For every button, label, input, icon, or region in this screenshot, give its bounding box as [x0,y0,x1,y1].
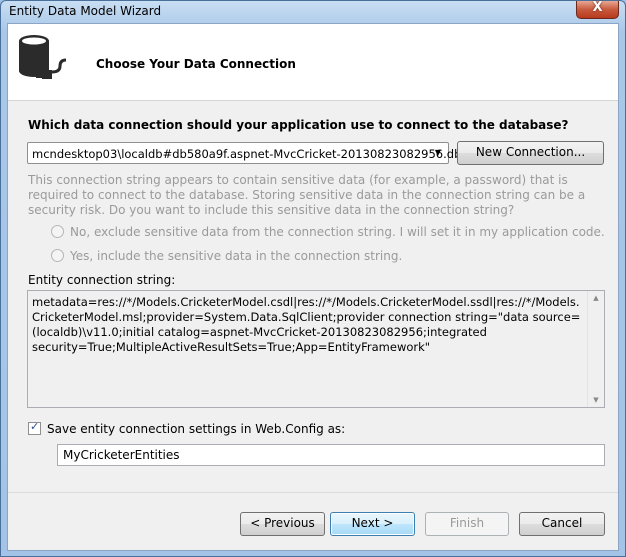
wizard-header: Choose Your Data Connection [8,24,618,101]
vertical-scrollbar[interactable]: ▲ ▼ [587,291,604,407]
cancel-button[interactable]: Cancel [519,512,605,536]
sensitive-data-info: This connection string appears to contai… [28,173,586,217]
save-settings-checkbox[interactable]: ✓ [28,420,41,435]
next-button[interactable]: Next > [330,512,415,536]
close-button[interactable]: X [576,0,619,19]
connection-select-value: mcndesktop03\localdb#db580a9f.aspnet-Mvc… [32,147,469,161]
radio-exclude-label: No, exclude sensitive data from the conn… [70,225,605,239]
footer-divider [8,492,618,493]
entity-name-input[interactable]: MyCricketerEntities [57,444,605,466]
wizard-page: Choose Your Data Connection Which data c… [7,23,619,551]
entity-connection-value: metadata=res://*/Models.CricketerModel.c… [32,295,581,354]
title-bar[interactable]: Entity Data Model Wizard X [1,0,625,21]
window-title: Entity Data Model Wizard [9,4,162,18]
radio-include-label: Yes, include the sensitive data in the c… [70,249,403,263]
radio-include-icon[interactable] [51,249,64,262]
connection-select[interactable]: mcndesktop03\localdb#db580a9f.aspnet-Mvc… [27,142,468,164]
finish-button[interactable]: Finish [425,512,509,536]
entity-connection-textbox[interactable]: metadata=res://*/Models.CricketerModel.c… [27,290,605,408]
entity-connection-label: Entity connection string: [28,273,176,287]
radio-exclude-sensitive[interactable]: No, exclude sensitive data from the conn… [51,225,605,239]
new-connection-button[interactable]: New Connection... [457,141,604,165]
close-icon: X [592,0,603,15]
chevron-down-icon[interactable]: ▼ [431,146,445,160]
page-title: Choose Your Data Connection [96,57,296,71]
previous-button[interactable]: < Previous [240,512,325,536]
save-settings-row[interactable]: ✓ Save entity connection settings in Web.… [28,420,346,436]
radio-exclude-icon[interactable] [51,225,64,238]
entity-name-value: MyCricketerEntities [63,448,180,462]
radio-include-sensitive[interactable]: Yes, include the sensitive data in the c… [51,249,402,263]
database-plug-icon [19,35,67,79]
scroll-down-icon[interactable]: ▼ [588,393,604,407]
scroll-up-icon[interactable]: ▲ [588,291,604,305]
connection-question: Which data connection should your applic… [28,118,569,132]
checkmark-icon: ✓ [30,420,40,433]
save-settings-label: Save entity connection settings in Web.C… [47,422,346,436]
wizard-window: Entity Data Model Wizard X Choose Your D… [0,0,626,557]
